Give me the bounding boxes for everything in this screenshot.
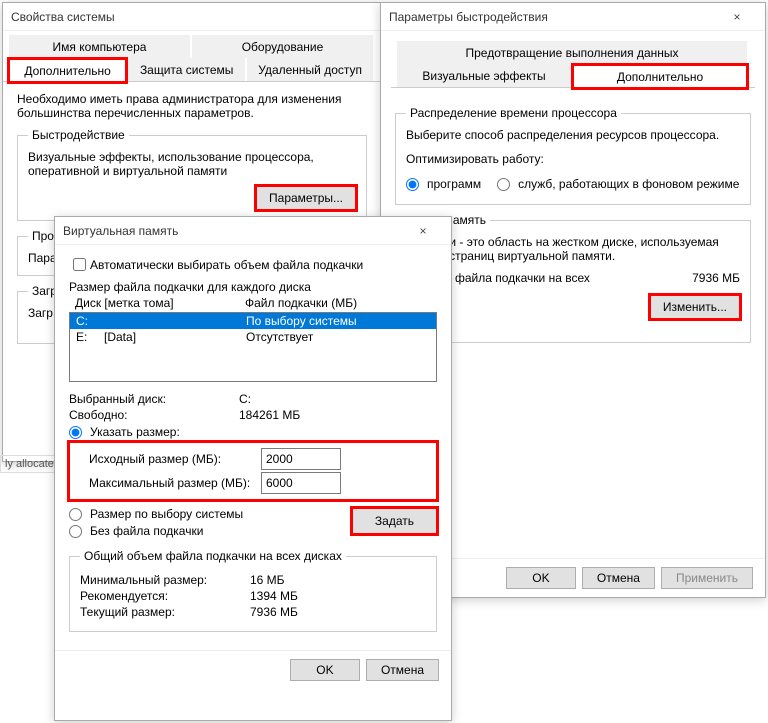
perdisk-label: Размер файла подкачки для каждого диска	[69, 280, 437, 294]
perf-legend: Быстродействие	[28, 128, 129, 142]
vm-text2: анения страниц виртуальной памяти.	[406, 249, 740, 263]
perf-text: Визуальные эффекты, использование процес…	[28, 150, 356, 178]
radio-custom-input[interactable]	[69, 426, 82, 439]
admin-note: Необходимо иметь права администратора дл…	[17, 92, 367, 120]
radio-none-label: Без файла подкачки	[90, 524, 203, 538]
cpu-legend: Распределение времени процессора	[406, 106, 621, 120]
radio-custom-size[interactable]: Указать размер:	[69, 425, 437, 439]
vm-close-icon[interactable]: ×	[403, 217, 443, 245]
tab-hardware[interactable]: Оборудование	[192, 35, 373, 58]
group-performance: Быстродействие Визуальные эффекты, испол…	[17, 128, 367, 221]
tab-dep[interactable]: Предотвращение выполнения данных	[397, 41, 747, 64]
tab-advanced[interactable]: Дополнительно	[9, 59, 126, 82]
radio-system-managed[interactable]: Размер по выбору системы	[69, 507, 352, 521]
total-legend: Общий объем файла подкачки на всех диска…	[80, 549, 346, 563]
initial-size-input[interactable]	[261, 448, 341, 470]
perfopt-titlebar: Параметры быстродействия ×	[381, 3, 765, 31]
vm-buttons: OK Отмена	[55, 650, 451, 689]
radio-services[interactable]: служб, работающих в фоновом режиме	[497, 177, 739, 191]
radio-system-input[interactable]	[69, 508, 82, 521]
free-value: 184261 МБ	[239, 408, 300, 422]
group-cpu: Распределение времени процессора Выберит…	[395, 106, 751, 205]
seldisk-label: Выбранный диск:	[69, 392, 239, 406]
disk-list[interactable]: C: По выбору системы E: [Data] Отсутству…	[69, 312, 437, 382]
free-label: Свободно:	[69, 408, 239, 422]
close-icon[interactable]: ×	[717, 3, 757, 31]
perfopt-apply-button[interactable]: Применить	[661, 567, 753, 589]
sys-tabs: Имя компьютера Оборудование Дополнительн…	[3, 35, 381, 82]
auto-manage-check[interactable]: Автоматически выбирать объем файла подка…	[69, 255, 437, 274]
vm-ok-button[interactable]: OK	[290, 659, 360, 681]
max-size-input[interactable]	[261, 472, 341, 494]
vm-titlebar: Виртуальная память ×	[55, 217, 451, 245]
disk-row-c[interactable]: C: По выбору системы	[70, 313, 436, 329]
disk-c-label: C:	[76, 314, 246, 328]
group-total-pagefile: Общий объем файла подкачки на всех диска…	[69, 549, 437, 632]
vm-title: Виртуальная память	[63, 217, 178, 245]
virtual-memory-dialog: Виртуальная память × Автоматически выбир…	[54, 216, 452, 721]
disk-e-pf: Отсутствует	[246, 330, 313, 344]
radio-no-pagefile[interactable]: Без файла подкачки	[69, 524, 352, 538]
radio-custom-label: Указать размер:	[90, 425, 180, 439]
auto-manage-label: Автоматически выбирать объем файла подка…	[90, 258, 363, 272]
max-size-label: Максимальный размер (МБ):	[75, 476, 261, 490]
cur-value: 7936 МБ	[250, 605, 298, 619]
perfopt-cancel-button[interactable]: Отмена	[582, 567, 655, 589]
perfopt-ok-button[interactable]: OK	[506, 567, 576, 589]
min-value: 16 МБ	[250, 573, 285, 587]
radio-services-input[interactable]	[497, 178, 510, 191]
set-button[interactable]: Задать	[352, 508, 437, 534]
perf-params-button[interactable]: Параметры...	[256, 186, 356, 210]
init-size-label: Исходный размер (МБ):	[75, 452, 261, 466]
col-disk: Диск [метка тома]	[75, 296, 245, 310]
perfopt-tabs: Предотвращение выполнения данных Визуаль…	[391, 41, 755, 88]
cur-label: Текущий размер:	[80, 605, 250, 619]
radio-services-label: служб, работающих в фоновом режиме	[518, 177, 739, 191]
rec-label: Рекомендуется:	[80, 589, 250, 603]
min-label: Минимальный размер:	[80, 573, 250, 587]
disk-row-e[interactable]: E: [Data] Отсутствует	[70, 329, 436, 345]
sys-title: Свойства системы	[11, 3, 115, 31]
radio-programs-label: программ	[427, 177, 481, 191]
auto-manage-checkbox[interactable]	[73, 258, 86, 271]
vm-change-button[interactable]: Изменить...	[650, 295, 740, 319]
vm-cancel-button[interactable]: Отмена	[366, 659, 439, 681]
perfopt-title: Параметры быстродействия	[389, 3, 548, 31]
tab-computer-name[interactable]: Имя компьютера	[9, 35, 190, 58]
tab-remote[interactable]: Удаленный доступ	[247, 58, 373, 81]
disk-c-pf: По выбору системы	[246, 314, 357, 328]
vm-content: Автоматически выбирать объем файла подка…	[55, 245, 451, 650]
disk-e-label: E: [Data]	[76, 330, 246, 344]
seldisk-value: C:	[239, 392, 251, 406]
cpu-text: Выберите способ распределения ресурсов п…	[406, 128, 740, 142]
vm-total-value: 7936 МБ	[692, 271, 740, 285]
radio-system-label: Размер по выбору системы	[90, 507, 243, 521]
tab-visual[interactable]: Визуальные эффекты	[397, 64, 571, 87]
tab-perf-advanced[interactable]: Дополнительно	[573, 65, 747, 88]
col-pagefile: Файл подкачки (МБ)	[245, 296, 357, 310]
vm-text1: подкачки - это область на жестком диске,…	[406, 235, 740, 249]
sys-titlebar: Свойства системы	[3, 3, 381, 31]
rec-value: 1394 МБ	[250, 589, 298, 603]
cpu-optlabel: Оптимизировать работу:	[406, 152, 740, 166]
radio-programs[interactable]: программ	[406, 177, 481, 191]
radio-programs-input[interactable]	[406, 178, 419, 191]
tab-protection[interactable]: Защита системы	[128, 58, 245, 81]
radio-none-input[interactable]	[69, 525, 82, 538]
